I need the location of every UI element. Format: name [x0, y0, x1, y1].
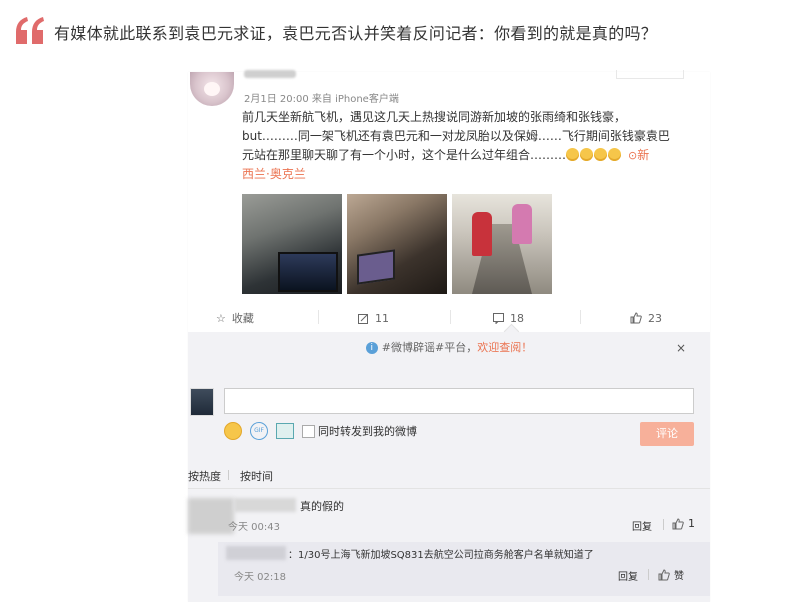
- nested-reply: ：1/30号上海飞新加坡SQ831去航空公司拉商务舱客户名单就知道了 今天 02…: [218, 542, 710, 596]
- thumbs-up-icon: [630, 312, 642, 324]
- current-user-avatar: [190, 388, 214, 416]
- divider: [648, 569, 649, 580]
- emoji-icon: [580, 148, 594, 161]
- repost-count: 11: [375, 311, 389, 325]
- gif-icon[interactable]: GIF: [250, 422, 268, 440]
- comment-reply-button[interactable]: 回复: [632, 518, 652, 533]
- post-text-line: 元站在那里聊天聊了有一个小时，这个是什么过年组合……… ⊙新: [242, 146, 712, 165]
- emoji-icon: [594, 148, 608, 161]
- reply-reply-button[interactable]: 回复: [618, 568, 638, 583]
- thumbs-up-icon: [658, 568, 670, 580]
- divider: [663, 519, 664, 530]
- quote-mark-icon: [16, 17, 44, 44]
- post-area: 2月1日 20:00 来自 iPhone客户端 前几天坐新航飞机，遇见这几天上热…: [188, 70, 712, 302]
- post-meta: 2月1日 20:00 来自 iPhone客户端: [244, 94, 399, 105]
- action-divider: [450, 310, 451, 324]
- author-avatar[interactable]: [190, 72, 234, 106]
- notice-bar: i #微博辟谣#平台，欢迎查阅！: [188, 332, 710, 364]
- sort-by-hot-tab[interactable]: 按热度: [188, 468, 221, 484]
- comment-icon: [493, 312, 504, 324]
- comment-text: 真的假的: [300, 500, 344, 513]
- reply-time: 今天 02:18: [234, 572, 286, 583]
- comment-time: 今天 00:43: [228, 522, 280, 533]
- comment-like-count: 1: [688, 517, 695, 530]
- post-text-line: 前几天坐新航飞机，遇见这几天上热搜说同游新加坡的张雨绮和张钱豪，: [242, 110, 627, 124]
- action-divider: [580, 310, 581, 324]
- post-text: 前几天坐新航飞机，遇见这几天上热搜说同游新加坡的张雨绮和张钱豪， but………同…: [242, 108, 712, 184]
- reply-author-redacted: [226, 546, 286, 560]
- post-photo[interactable]: [452, 194, 552, 294]
- location-link[interactable]: 新: [637, 148, 649, 162]
- reply-text: ：1/30号上海飞新加坡SQ831去航空公司拉商务舱客户名单就知道了: [288, 550, 594, 561]
- post-text-segment: 元站在那里聊天聊了有一个小时，这个是什么过年组合………: [242, 148, 567, 162]
- post-photo[interactable]: [242, 194, 342, 294]
- emoji-icon: [566, 148, 580, 161]
- comment-button[interactable]: 18: [493, 310, 524, 326]
- emoji-icon: [608, 148, 622, 161]
- location-pin-icon: ⊙: [628, 149, 638, 162]
- post-menu-tab[interactable]: [616, 70, 684, 79]
- comment-count: 18: [510, 311, 524, 325]
- repost-button[interactable]: 11: [358, 310, 389, 326]
- weibo-card: 2月1日 20:00 来自 iPhone客户端 前几天坐新航飞机，遇见这几天上热…: [188, 70, 712, 602]
- location-link-continued[interactable]: 西兰·奥克兰: [242, 165, 712, 184]
- repost-checkbox[interactable]: [302, 425, 315, 438]
- notice-link[interactable]: 欢迎查阅！: [477, 341, 532, 354]
- post-photo[interactable]: [347, 194, 447, 294]
- notice-text: #微博辟谣#平台，: [381, 341, 478, 354]
- star-icon: ☆: [216, 311, 226, 325]
- comment-author-redacted: [234, 498, 296, 512]
- reply-like-button[interactable]: 赞: [658, 567, 684, 582]
- like-button[interactable]: 23: [630, 310, 662, 326]
- repost-checkbox-label: 同时转发到我的微博: [318, 425, 417, 438]
- comment-panel: i #微博辟谣#平台，欢迎查阅！ × GIF 同时转发到我的微博 评论 按热度 按…: [188, 332, 710, 602]
- comment-like-button[interactable]: 1: [672, 517, 695, 530]
- repost-icon: [358, 313, 368, 324]
- post-actions-bar: ☆ 收藏 11 18 23: [188, 304, 710, 332]
- post-text-line: but………同一架飞机还有袁巴元和一对龙凤胎以及保姆……飞行期间张钱豪袁巴: [242, 129, 670, 143]
- emoji-picker-icon[interactable]: [224, 422, 242, 440]
- comment-input[interactable]: [224, 388, 694, 414]
- divider: [188, 488, 710, 489]
- image-upload-icon[interactable]: [276, 423, 294, 439]
- favorite-label: 收藏: [231, 312, 254, 325]
- author-name-redacted: [244, 70, 296, 78]
- sort-by-time-tab[interactable]: 按时间: [240, 468, 273, 484]
- like-count: 23: [648, 311, 662, 325]
- favorite-button[interactable]: ☆ 收藏: [216, 310, 254, 326]
- reply-like-label: 赞: [674, 571, 684, 582]
- submit-comment-button[interactable]: 评论: [640, 422, 694, 446]
- action-divider: [318, 310, 319, 324]
- headline-text: 有媒体就此联系到袁巴元求证，袁巴元否认并笑着反问记者：你看到的就是真的吗？: [54, 24, 658, 43]
- close-icon[interactable]: ×: [676, 341, 686, 355]
- thumbs-up-icon: [672, 517, 684, 529]
- info-icon: i: [365, 342, 378, 354]
